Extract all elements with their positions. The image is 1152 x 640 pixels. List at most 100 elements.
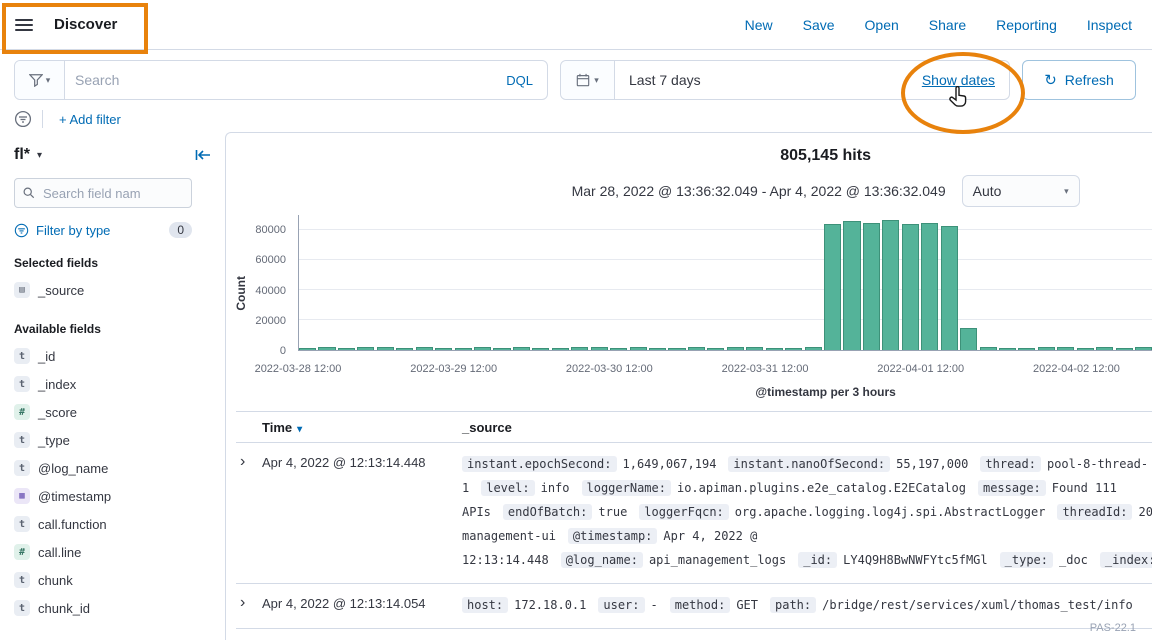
collapse-sidebar-button[interactable]	[195, 148, 211, 162]
histogram-bar[interactable]	[1135, 347, 1152, 350]
field-name: _type	[38, 433, 70, 448]
top-header-bar: Discover New Save Open Share Reporting Inspec…	[0, 0, 1152, 50]
histogram-bar[interactable]	[882, 220, 899, 351]
field-value: -	[651, 598, 658, 612]
histogram-bar[interactable]	[805, 347, 822, 350]
histogram-bar[interactable]	[513, 347, 530, 350]
field-item-@log_name[interactable]: t@log_name	[14, 454, 211, 482]
histogram-bar[interactable]	[1018, 348, 1035, 350]
field-item-@timestamp[interactable]: ▦@timestamp	[14, 482, 211, 510]
field-item-call.function[interactable]: tcall.function	[14, 510, 211, 538]
histogram-bar[interactable]	[766, 348, 783, 350]
y-axis-tick-label: 80000	[255, 224, 286, 236]
field-item-chunk_id[interactable]: tchunk_id	[14, 594, 211, 622]
saved-query-menu-button[interactable]: ▾	[15, 61, 65, 99]
nav-link-new[interactable]: New	[745, 17, 773, 33]
histogram-bar[interactable]	[668, 348, 685, 350]
date-picker-calendar-button[interactable]: ▾	[561, 61, 615, 99]
field-search-input[interactable]	[41, 185, 183, 202]
histogram-bar[interactable]	[591, 347, 608, 350]
show-dates-link[interactable]: Show dates	[916, 71, 1009, 89]
histogram-bar[interactable]	[843, 221, 860, 350]
index-pattern-selector[interactable]: fl*	[14, 146, 30, 164]
histogram-bar[interactable]	[318, 347, 335, 350]
histogram-bar[interactable]	[960, 328, 977, 351]
pinned-filters-icon[interactable]	[14, 110, 32, 128]
field-key: method:	[670, 597, 731, 613]
histogram-bar[interactable]	[532, 348, 549, 350]
time-range-value[interactable]: Last 7 days	[615, 72, 701, 88]
y-axis-tick-label: 40000	[255, 285, 286, 297]
histogram-bar[interactable]	[474, 347, 491, 350]
expand-row-button[interactable]: ›	[236, 593, 251, 611]
histogram-bar[interactable]	[396, 348, 413, 350]
interval-value: Auto	[973, 183, 1002, 199]
histogram-bar[interactable]	[649, 348, 666, 350]
histogram-bar[interactable]	[1096, 347, 1113, 350]
nav-link-inspect[interactable]: Inspect	[1087, 17, 1132, 33]
x-axis-tick-label: 2022-03-28 12:00	[255, 363, 342, 375]
field-value: 20	[1138, 505, 1152, 519]
discover-main-panel: 805,145 hits Mar 28, 2022 @ 13:36:32.049…	[225, 132, 1152, 640]
nav-link-open[interactable]: Open	[865, 17, 899, 33]
expand-row-button[interactable]: ›	[236, 452, 251, 470]
filter-by-type-label: Filter by type	[36, 223, 110, 238]
histogram-bar[interactable]	[863, 223, 880, 351]
histogram-bar[interactable]	[727, 347, 744, 350]
field-item-_id[interactable]: t_id	[14, 342, 211, 370]
histogram-bar[interactable]	[902, 224, 919, 350]
histogram-bar[interactable]	[746, 347, 763, 350]
refresh-button[interactable]: ↻ Refresh	[1022, 60, 1136, 100]
source-cell: instant.epochSecond:1,649,067,194instant…	[462, 452, 1152, 572]
nav-link-save[interactable]: Save	[803, 17, 835, 33]
histogram-bar[interactable]	[416, 347, 433, 350]
gridline	[299, 259, 1152, 260]
histogram-bar[interactable]	[435, 348, 452, 350]
histogram-bar[interactable]	[610, 348, 627, 350]
histogram-bar[interactable]	[357, 347, 374, 350]
histogram-bar[interactable]	[630, 347, 647, 350]
field-item-chunk[interactable]: tchunk	[14, 566, 211, 594]
x-axis-tick-label: 2022-03-29 12:00	[410, 363, 497, 375]
nav-link-reporting[interactable]: Reporting	[996, 17, 1057, 33]
histogram-bar[interactable]	[999, 348, 1016, 350]
y-axis-tick-label: 0	[280, 345, 286, 357]
search-input[interactable]	[65, 72, 492, 88]
source-field-type-icon: ▤	[14, 282, 30, 298]
histogram-bar[interactable]	[941, 226, 958, 351]
histogram-bar[interactable]	[338, 348, 355, 350]
histogram-bar[interactable]	[1057, 347, 1074, 350]
interval-select[interactable]: Auto ▾	[962, 175, 1080, 207]
histogram-bar[interactable]	[980, 347, 997, 350]
query-language-button[interactable]: DQL	[492, 73, 547, 88]
chart-x-axis: 2022-03-28 12:002022-03-29 12:002022-03-…	[298, 357, 1152, 375]
histogram-bar[interactable]	[493, 348, 510, 350]
x-axis-tick-label: 2022-03-31 12:00	[722, 363, 809, 375]
histogram-bar[interactable]	[824, 224, 841, 350]
histogram-bar[interactable]	[377, 347, 394, 350]
field-item-_index[interactable]: t_index	[14, 370, 211, 398]
hamburger-menu-icon[interactable]	[0, 1, 48, 49]
add-filter-button[interactable]: + Add filter	[53, 111, 127, 128]
histogram-bar[interactable]	[921, 223, 938, 351]
time-column-header[interactable]: Time▾	[262, 420, 462, 435]
histogram-bar[interactable]	[455, 348, 472, 350]
histogram-bar[interactable]	[299, 348, 316, 350]
field-item-_source[interactable]: ▤_source	[14, 276, 211, 304]
histogram-bar[interactable]	[1038, 347, 1055, 350]
histogram-bar[interactable]	[785, 348, 802, 350]
histogram-bar[interactable]	[707, 348, 724, 350]
field-item-_score[interactable]: #_score	[14, 398, 211, 426]
refresh-icon: ↻	[1044, 73, 1057, 88]
filter-count-badge: 0	[169, 222, 192, 238]
field-item-_type[interactable]: t_type	[14, 426, 211, 454]
histogram-bar[interactable]	[1116, 348, 1133, 350]
nav-link-share[interactable]: Share	[929, 17, 966, 33]
histogram-bar[interactable]	[552, 348, 569, 350]
field-item-call.line[interactable]: #call.line	[14, 538, 211, 566]
filter-by-type-button[interactable]: Filter by type 0	[14, 222, 192, 238]
histogram-bar[interactable]	[1077, 348, 1094, 350]
histogram-bar[interactable]	[571, 347, 588, 350]
histogram-bar[interactable]	[688, 347, 705, 350]
page-title: Discover	[54, 16, 117, 33]
